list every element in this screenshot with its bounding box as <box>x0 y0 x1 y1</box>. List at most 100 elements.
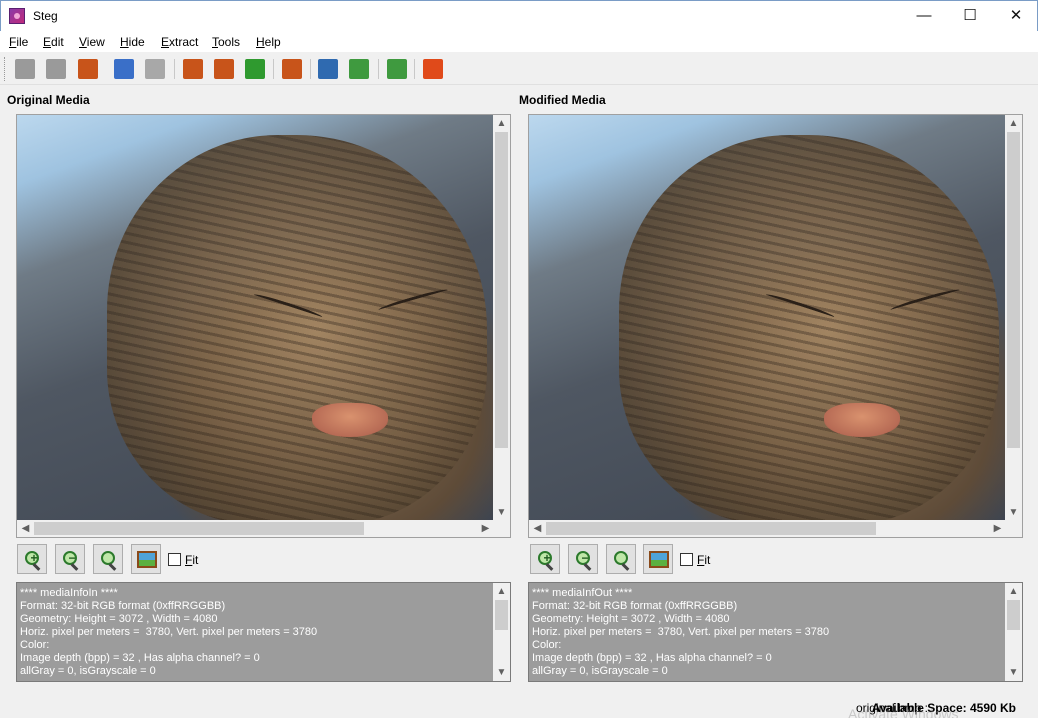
info-line: Geometry: Height = 3072 , Width = 4080 <box>532 613 730 625</box>
scroll-thumb[interactable] <box>34 522 364 535</box>
minimize-button[interactable]: — <box>901 1 947 31</box>
menu-hide[interactable]: Hide <box>120 35 145 49</box>
scroll-left-icon[interactable]: ◀ <box>17 520 34 537</box>
scroll-up-icon[interactable]: ▲ <box>493 115 510 132</box>
scroll-thumb[interactable] <box>1007 132 1020 448</box>
scroll-right-icon[interactable]: ▶ <box>989 520 1006 537</box>
export-button[interactable] <box>280 57 304 81</box>
user-key-button[interactable] <box>316 57 340 81</box>
zoom-reset-button[interactable] <box>93 544 123 574</box>
toolbar-separator <box>310 59 311 79</box>
scroll-thumb[interactable] <box>495 600 508 630</box>
menu-edit[interactable]: Edit <box>43 35 64 49</box>
scroll-down-icon[interactable]: ▼ <box>493 664 510 681</box>
toolbar-separator <box>174 59 175 79</box>
vertical-scrollbar[interactable]: ▲ ▼ <box>493 115 510 521</box>
cat-eye <box>252 292 324 320</box>
scroll-right-icon[interactable]: ▶ <box>477 520 494 537</box>
menu-tools[interactable]: Tools <box>212 35 240 49</box>
original-media-viewer[interactable]: ▲ ▼ ◀ ▶ <box>16 114 511 538</box>
book-button[interactable] <box>385 57 409 81</box>
scroll-thumb[interactable] <box>546 522 876 535</box>
fit-image-button[interactable] <box>131 544 161 574</box>
chart-icon <box>114 59 134 79</box>
original-media-info[interactable]: **** mediaInfoIn **** Format: 32-bit RGB … <box>16 582 511 682</box>
toolbar-grip[interactable] <box>4 57 7 81</box>
title-bar: Steg — ☐ ✕ <box>0 0 1038 31</box>
maximize-button[interactable]: ☐ <box>947 1 993 31</box>
info-line: Color: <box>20 639 50 651</box>
close-button[interactable]: ✕ <box>993 1 1038 31</box>
archive-icon <box>78 59 98 79</box>
undo-icon <box>145 59 165 79</box>
zoom-out-button[interactable]: − <box>568 544 598 574</box>
chart-button[interactable] <box>112 57 136 81</box>
scroll-up-icon[interactable]: ▲ <box>1005 115 1022 132</box>
info-line: Format: 32-bit RGB format (0xffRRGGBB) <box>532 600 738 612</box>
fit-checkbox-label[interactable]: Fit <box>697 553 710 567</box>
zoom-out-sign: − <box>581 551 589 565</box>
zoom-in-sign: + <box>30 551 38 565</box>
menu-file[interactable]: File <box>9 35 28 49</box>
fit-image-button[interactable] <box>643 544 673 574</box>
toolbar-separator <box>273 59 274 79</box>
undo-button[interactable] <box>143 57 167 81</box>
modified-media-viewer[interactable]: ▲ ▼ ◀ ▶ <box>528 114 1023 538</box>
info-line: **** mediaInfOut **** <box>532 587 633 599</box>
extract-data-button[interactable] <box>212 57 236 81</box>
window-title: Steg <box>33 9 58 23</box>
horizontal-scrollbar[interactable]: ◀ ▶ <box>17 520 494 537</box>
cat-eye <box>377 287 449 313</box>
info-line: Horiz. pixel per meters = 3780, Vert. pi… <box>532 626 830 638</box>
zoom-reset-icon <box>614 551 628 565</box>
info-line: Horiz. pixel per meters = 3780, Vert. pi… <box>20 626 318 638</box>
cat-eye <box>889 287 961 313</box>
info-line: allGray = 0, isGrayscale = 0 <box>532 665 668 677</box>
scroll-up-icon[interactable]: ▲ <box>493 583 510 600</box>
fit-checkbox[interactable] <box>680 553 693 566</box>
scroll-down-icon[interactable]: ▼ <box>493 504 510 521</box>
info-vertical-scrollbar[interactable]: ▲ ▼ <box>1005 583 1022 681</box>
info-text: **** mediaInfOut **** Format: 32-bit RGB … <box>532 587 829 678</box>
scroll-thumb[interactable] <box>495 132 508 448</box>
modified-media-info[interactable]: **** mediaInfOut **** Format: 32-bit RGB … <box>528 582 1023 682</box>
activation-watermark: Activate Windows <box>848 706 959 718</box>
save-button[interactable] <box>243 57 267 81</box>
open-jpg-icon <box>46 59 66 79</box>
scroll-thumb[interactable] <box>1007 600 1020 630</box>
scroll-down-icon[interactable]: ▼ <box>1005 664 1022 681</box>
user-key-icon <box>318 59 338 79</box>
modified-media-title: Modified Media <box>519 93 606 107</box>
scroll-up-icon[interactable]: ▲ <box>1005 583 1022 600</box>
zoom-out-button[interactable]: − <box>55 544 85 574</box>
info-line: Geometry: Height = 3072 , Width = 4080 <box>20 613 218 625</box>
export-icon <box>282 59 302 79</box>
menu-help[interactable]: Help <box>256 35 281 49</box>
fit-checkbox-label[interactable]: Fit <box>185 553 198 567</box>
exit-button[interactable] <box>421 57 445 81</box>
zoom-in-button[interactable]: + <box>530 544 560 574</box>
zoom-in-button[interactable]: + <box>17 544 47 574</box>
lens-handle <box>108 563 117 571</box>
cat-eye <box>764 292 836 320</box>
scroll-down-icon[interactable]: ▼ <box>1005 504 1022 521</box>
zoom-out-sign: − <box>68 551 76 565</box>
toolbar <box>0 53 1038 85</box>
open-jpg-button[interactable] <box>44 57 68 81</box>
original-image <box>17 115 494 521</box>
archive-button[interactable] <box>76 57 100 81</box>
modified-image <box>529 115 1006 521</box>
info-vertical-scrollbar[interactable]: ▲ ▼ <box>493 583 510 681</box>
vertical-scrollbar[interactable]: ▲ ▼ <box>1005 115 1022 521</box>
menu-extract[interactable]: Extract <box>161 35 198 49</box>
toolbar-separator <box>414 59 415 79</box>
fit-checkbox[interactable] <box>168 553 181 566</box>
zoom-reset-button[interactable] <box>606 544 636 574</box>
horizontal-scrollbar[interactable]: ◀ ▶ <box>529 520 1006 537</box>
lens-handle <box>621 563 630 571</box>
open-bmp-button[interactable] <box>13 57 37 81</box>
tag-button[interactable] <box>347 57 371 81</box>
menu-view[interactable]: View <box>79 35 105 49</box>
scroll-left-icon[interactable]: ◀ <box>529 520 546 537</box>
hide-data-button[interactable] <box>181 57 205 81</box>
